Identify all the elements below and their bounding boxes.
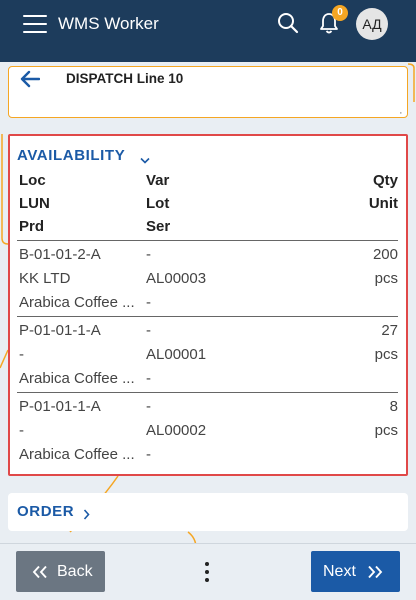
col-header-qty: Qty [372, 172, 398, 189]
row-1-qty: 200 [372, 246, 398, 263]
row-3-lun: - [19, 422, 24, 439]
row-3-prd: Arabica Coffee ... [19, 446, 135, 463]
row-2-ser: - [146, 370, 151, 387]
col-header-loc: Loc [19, 172, 46, 189]
double-chevron-left-icon [32, 565, 47, 579]
chevron-down-icon[interactable] [140, 151, 150, 164]
back-button-label: Back [57, 563, 93, 580]
avatar[interactable]: АД [356, 8, 388, 40]
col-header-unit: Unit [368, 195, 398, 212]
row-2-qty: 27 [381, 322, 398, 339]
col-header-ser: Ser [146, 218, 171, 235]
page-title: DISPATCH Line 10 [66, 71, 184, 86]
chevron-right-icon[interactable] [83, 507, 90, 520]
row-3-var: - [146, 398, 151, 415]
row-2-loc: P-01-01-1-A [19, 322, 101, 339]
col-header-lun: LUN [19, 195, 50, 212]
next-button-label: Next [323, 563, 356, 580]
row-2-lot: AL00001 [146, 346, 207, 363]
row-3-unit: pcs [374, 422, 398, 439]
notification-badge: 0 [332, 5, 348, 21]
row-1-ser: - [146, 294, 151, 311]
col-header-var: Var [146, 172, 170, 189]
row-3-qty: 8 [389, 398, 398, 415]
double-chevron-right-icon [368, 565, 383, 579]
row-1-prd: Arabica Coffee ... [19, 294, 135, 311]
menu-icon[interactable] [23, 13, 47, 35]
row-1-var: - [146, 246, 151, 263]
row-1-loc: B-01-01-2-A [19, 246, 101, 263]
row-1-lun: KK LTD [19, 270, 71, 287]
search-icon[interactable] [276, 11, 300, 35]
header-divider [17, 240, 398, 241]
row-1-lot: AL00003 [146, 270, 207, 287]
row-2-lun: - [19, 346, 24, 363]
row-2-unit: pcs [374, 346, 398, 363]
back-button[interactable]: Back [16, 551, 105, 592]
col-header-lot: Lot [146, 195, 170, 212]
row-2-var: - [146, 322, 151, 339]
col-header-prd: Prd [19, 218, 45, 235]
more-vertical-icon[interactable] [196, 561, 218, 583]
header-trailing-mark: · [399, 107, 403, 119]
row-2-prd: Arabica Coffee ... [19, 370, 135, 387]
back-arrow-icon[interactable] [20, 70, 41, 88]
row-3-lot: AL00002 [146, 422, 207, 439]
next-button[interactable]: Next [311, 551, 400, 592]
row-3-ser: - [146, 446, 151, 463]
row-1-unit: pcs [374, 270, 398, 287]
order-title[interactable]: ORDER [17, 503, 74, 520]
row-3-loc: P-01-01-1-A [19, 398, 101, 415]
app-title: WMS Worker [58, 14, 159, 33]
availability-title[interactable]: AVAILABILITY [17, 147, 125, 164]
row-divider [17, 316, 398, 317]
row-divider [17, 392, 398, 393]
